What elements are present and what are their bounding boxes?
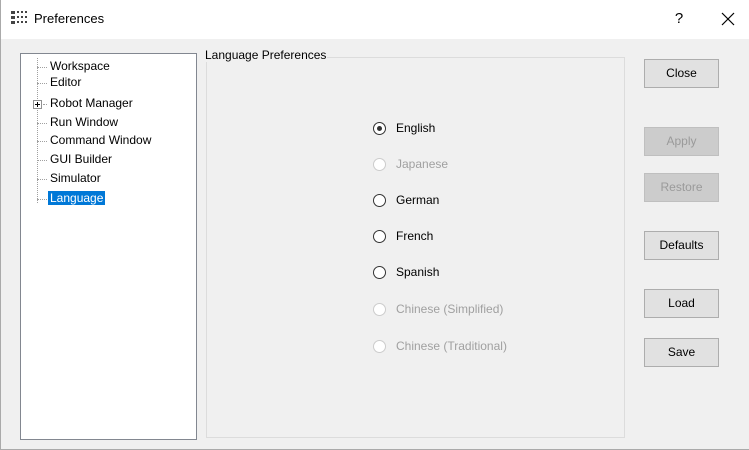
save-button[interactable]: Save	[644, 338, 719, 367]
radio-circle	[373, 303, 386, 316]
radio-circle	[373, 340, 386, 353]
window-title: Preferences	[34, 11, 105, 26]
tree-item-run-window[interactable]: Run Window	[21, 115, 191, 130]
radio-circle	[373, 194, 386, 207]
tree-item-workspace[interactable]: Workspace	[21, 59, 191, 74]
tree-item-editor[interactable]: Editor	[21, 75, 191, 90]
radio-english[interactable]: English	[373, 121, 573, 137]
tree-item-command-window[interactable]: Command Window	[21, 133, 191, 148]
apply-button[interactable]: Apply	[644, 127, 719, 156]
preferences-window: Preferences ? Workspace Editor Robot Man…	[0, 0, 749, 450]
radio-spanish[interactable]: Spanish	[373, 265, 573, 281]
defaults-button[interactable]: Defaults	[644, 231, 719, 260]
language-preferences-group	[206, 57, 625, 438]
tree-item-language[interactable]: Language	[21, 191, 191, 206]
tree-item-robot-manager[interactable]: Robot Manager	[21, 96, 191, 111]
preferences-app-icon	[11, 11, 27, 24]
title-bar: Preferences ?	[1, 0, 749, 39]
radio-german[interactable]: German	[373, 193, 573, 209]
radio-french[interactable]: French	[373, 229, 573, 245]
radio-circle	[373, 266, 386, 279]
help-button[interactable]: ?	[669, 8, 689, 30]
tree-item-gui-builder[interactable]: GUI Builder	[21, 152, 191, 167]
expand-icon[interactable]	[33, 100, 42, 109]
load-button[interactable]: Load	[644, 289, 719, 318]
radio-chinese-traditional[interactable]: Chinese (Traditional)	[373, 339, 573, 355]
radio-circle	[373, 230, 386, 243]
close-button[interactable]: Close	[644, 59, 719, 88]
preferences-tree[interactable]: Workspace Editor Robot Manager Run Windo…	[20, 53, 197, 440]
close-icon[interactable]	[717, 8, 739, 30]
radio-japanese[interactable]: Japanese	[373, 157, 573, 173]
radio-circle	[373, 158, 386, 171]
tree-item-simulator[interactable]: Simulator	[21, 171, 191, 186]
group-title: Language Preferences	[204, 48, 328, 62]
restore-button[interactable]: Restore	[644, 173, 719, 202]
radio-chinese-simplified[interactable]: Chinese (Simplified)	[373, 302, 573, 318]
radio-circle	[373, 122, 386, 135]
